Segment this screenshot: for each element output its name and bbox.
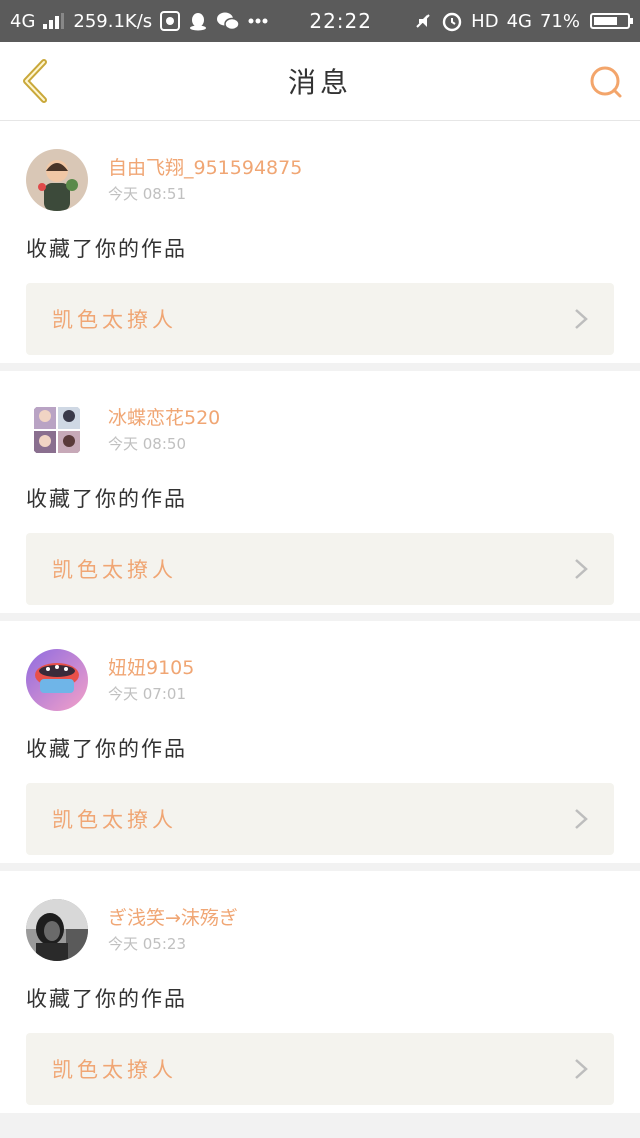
battery-percentage: 71% — [539, 10, 580, 32]
network-type: 4G — [10, 10, 36, 32]
back-arrow-icon — [23, 59, 47, 103]
data-indicator: 4G — [506, 10, 532, 32]
work-title: 凯色太撩人 — [52, 1058, 177, 1082]
network-speed: 259.1K/s — [73, 10, 153, 32]
work-link[interactable]: 凯色太撩人 — [26, 283, 614, 355]
qq-icon — [188, 11, 208, 31]
signal-icon — [43, 13, 65, 29]
work-link[interactable]: 凯色太撩人 — [26, 533, 614, 605]
message-card: 冰蝶恋花520 今天 08:50 收藏了你的作品 凯色太撩人 — [0, 371, 640, 613]
more-notifications-icon — [248, 18, 268, 24]
message-list: 自由飞翔_951594875 今天 08:51 收藏了你的作品 凯色太撩人 冰蝶… — [0, 121, 640, 1113]
search-icon — [590, 66, 622, 98]
hd-indicator: HD — [471, 10, 499, 32]
message-time: 今天 08:51 — [108, 185, 186, 203]
message-time: 今天 07:01 — [108, 685, 186, 703]
action-text: 收藏了你的作品 — [26, 487, 187, 511]
chevron-right-icon — [575, 559, 588, 579]
battery-fill — [594, 17, 617, 25]
wechat-icon — [216, 11, 240, 31]
username[interactable]: 自由飞翔_951594875 — [108, 155, 302, 181]
username[interactable]: ぎ浅笑→沫殇ぎ — [108, 905, 238, 931]
chevron-right-icon — [575, 809, 588, 829]
work-title: 凯色太撩人 — [52, 808, 177, 832]
status-bar: 4G 259.1K/s 22:22 HD 4G 71% — [0, 0, 640, 42]
chevron-right-icon — [575, 309, 588, 329]
back-button[interactable] — [16, 58, 56, 104]
action-text: 收藏了你的作品 — [26, 987, 187, 1011]
work-title: 凯色太撩人 — [52, 308, 177, 332]
nav-bar: 消息 — [0, 42, 640, 121]
status-time: 22:22 — [309, 9, 372, 33]
action-text: 收藏了你的作品 — [26, 237, 187, 261]
avatar[interactable] — [26, 649, 88, 711]
work-link[interactable]: 凯色太撩人 — [26, 1033, 614, 1105]
avatar[interactable] — [26, 149, 88, 211]
message-card: ぎ浅笑→沫殇ぎ 今天 05:23 收藏了你的作品 凯色太撩人 — [0, 871, 640, 1113]
message-card: 自由飞翔_951594875 今天 08:51 收藏了你的作品 凯色太撩人 — [0, 121, 640, 363]
alarm-icon — [441, 10, 463, 32]
app-notification-icon — [160, 11, 181, 31]
action-text: 收藏了你的作品 — [26, 737, 187, 761]
message-card: 妞妞9105 今天 07:01 收藏了你的作品 凯色太撩人 — [0, 621, 640, 863]
work-title: 凯色太撩人 — [52, 558, 177, 582]
message-time: 今天 08:50 — [108, 435, 186, 453]
battery-icon — [590, 13, 633, 29]
username[interactable]: 冰蝶恋花520 — [108, 405, 220, 431]
chevron-right-icon — [575, 1059, 588, 1079]
username[interactable]: 妞妞9105 — [108, 655, 194, 681]
mute-icon — [413, 11, 433, 31]
message-time: 今天 05:23 — [108, 935, 186, 953]
avatar[interactable] — [26, 399, 88, 461]
page-title: 消息 — [287, 66, 352, 99]
avatar[interactable] — [26, 899, 88, 961]
search-button[interactable] — [588, 64, 624, 100]
work-link[interactable]: 凯色太撩人 — [26, 783, 614, 855]
